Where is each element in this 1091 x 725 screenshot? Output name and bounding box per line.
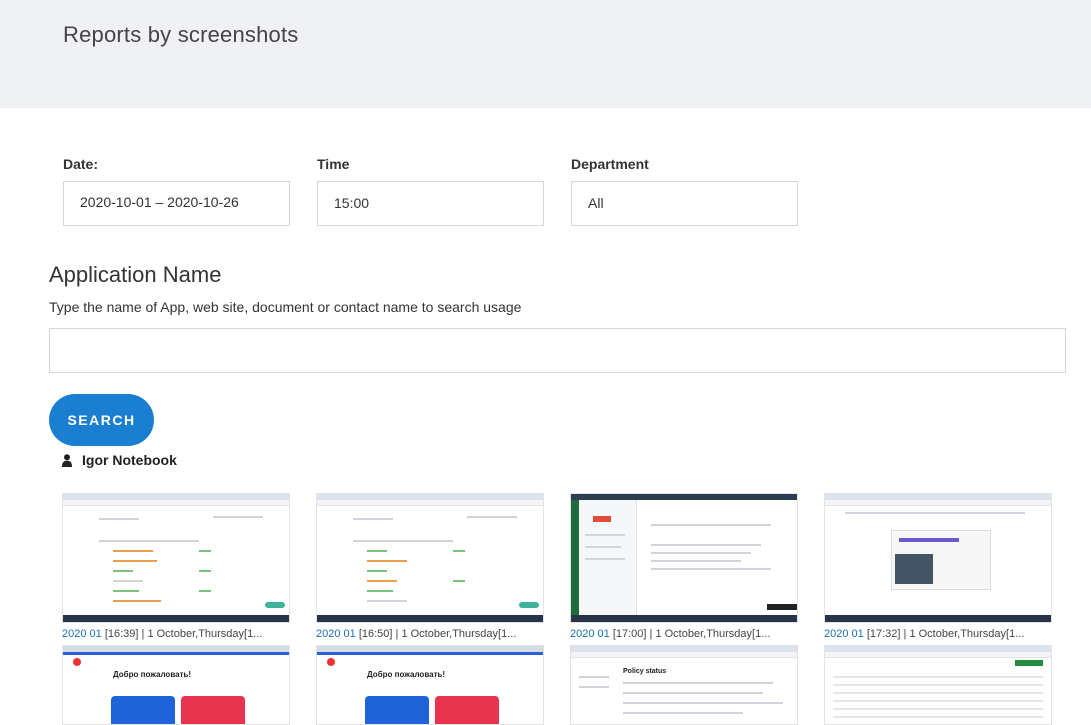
screenshot-thumbnail[interactable]: Policy status — [570, 645, 798, 725]
screenshot-thumbnail[interactable] — [570, 493, 798, 623]
header-band — [0, 0, 1091, 108]
screenshot-details: | 1 October,Thursday[1... — [392, 628, 517, 640]
time-field[interactable]: 15:00 — [317, 181, 544, 226]
screenshot-details: | 1 October,Thursday[1... — [900, 628, 1025, 640]
search-button[interactable]: SEARCH — [49, 394, 154, 446]
screenshot-date-link[interactable]: 2020 01 — [62, 628, 102, 640]
screenshot-thumbnail[interactable]: Добро пожаловать! — [62, 645, 290, 725]
screenshot-details: | 1 October,Thursday[1... — [646, 628, 771, 640]
screenshot-thumbnail[interactable] — [62, 493, 290, 623]
opera-welcome-text: Добро пожаловать! — [113, 670, 192, 679]
screenshot-date-link[interactable]: 2020 01 — [316, 628, 356, 640]
screenshot-thumbnail[interactable] — [824, 645, 1052, 725]
time-label: Time — [317, 156, 350, 172]
department-label: Department — [571, 156, 649, 172]
screenshot-date-link[interactable]: 2020 01 — [824, 628, 864, 640]
screenshot-time: [16:50] — [358, 628, 393, 640]
user-name: Igor Notebook — [82, 452, 177, 468]
application-name-input[interactable] — [49, 328, 1066, 373]
screenshot-time: [16:39] — [104, 628, 139, 640]
screenshot-date-link[interactable]: 2020 01 — [570, 628, 610, 640]
screenshot-thumbnail[interactable] — [316, 493, 544, 623]
user-icon — [62, 453, 72, 467]
application-name-hint: Type the name of App, web site, document… — [49, 299, 522, 315]
screenshot-caption: 2020 01 [17:00] | 1 October,Thursday[1..… — [570, 628, 798, 640]
date-range-field[interactable]: 2020-10-01 – 2020-10-26 — [63, 181, 290, 226]
page-title: Reports by screenshots — [63, 22, 299, 47]
date-label: Date: — [63, 156, 99, 172]
screenshot-thumbnail[interactable] — [824, 493, 1052, 623]
screenshot-thumbnail[interactable]: Добро пожаловать! — [316, 645, 544, 725]
application-name-heading: Application Name — [49, 262, 222, 287]
policy-status-text: Policy status — [623, 668, 667, 675]
screenshot-time: [17:00] — [612, 628, 647, 640]
opera-welcome-text: Добро пожаловать! — [367, 670, 446, 679]
department-select[interactable]: All — [571, 181, 798, 226]
screenshot-caption: 2020 01 [16:50] | 1 October,Thursday[1..… — [316, 628, 544, 640]
screenshot-caption: 2020 01 [16:39] | 1 October,Thursday[1..… — [62, 628, 290, 640]
screenshot-caption: 2020 01 [17:32] | 1 October,Thursday[1..… — [824, 628, 1052, 640]
screenshot-time: [17:32] — [866, 628, 901, 640]
user-row: Igor Notebook — [62, 452, 177, 468]
screenshot-details: | 1 October,Thursday[1... — [138, 628, 263, 640]
